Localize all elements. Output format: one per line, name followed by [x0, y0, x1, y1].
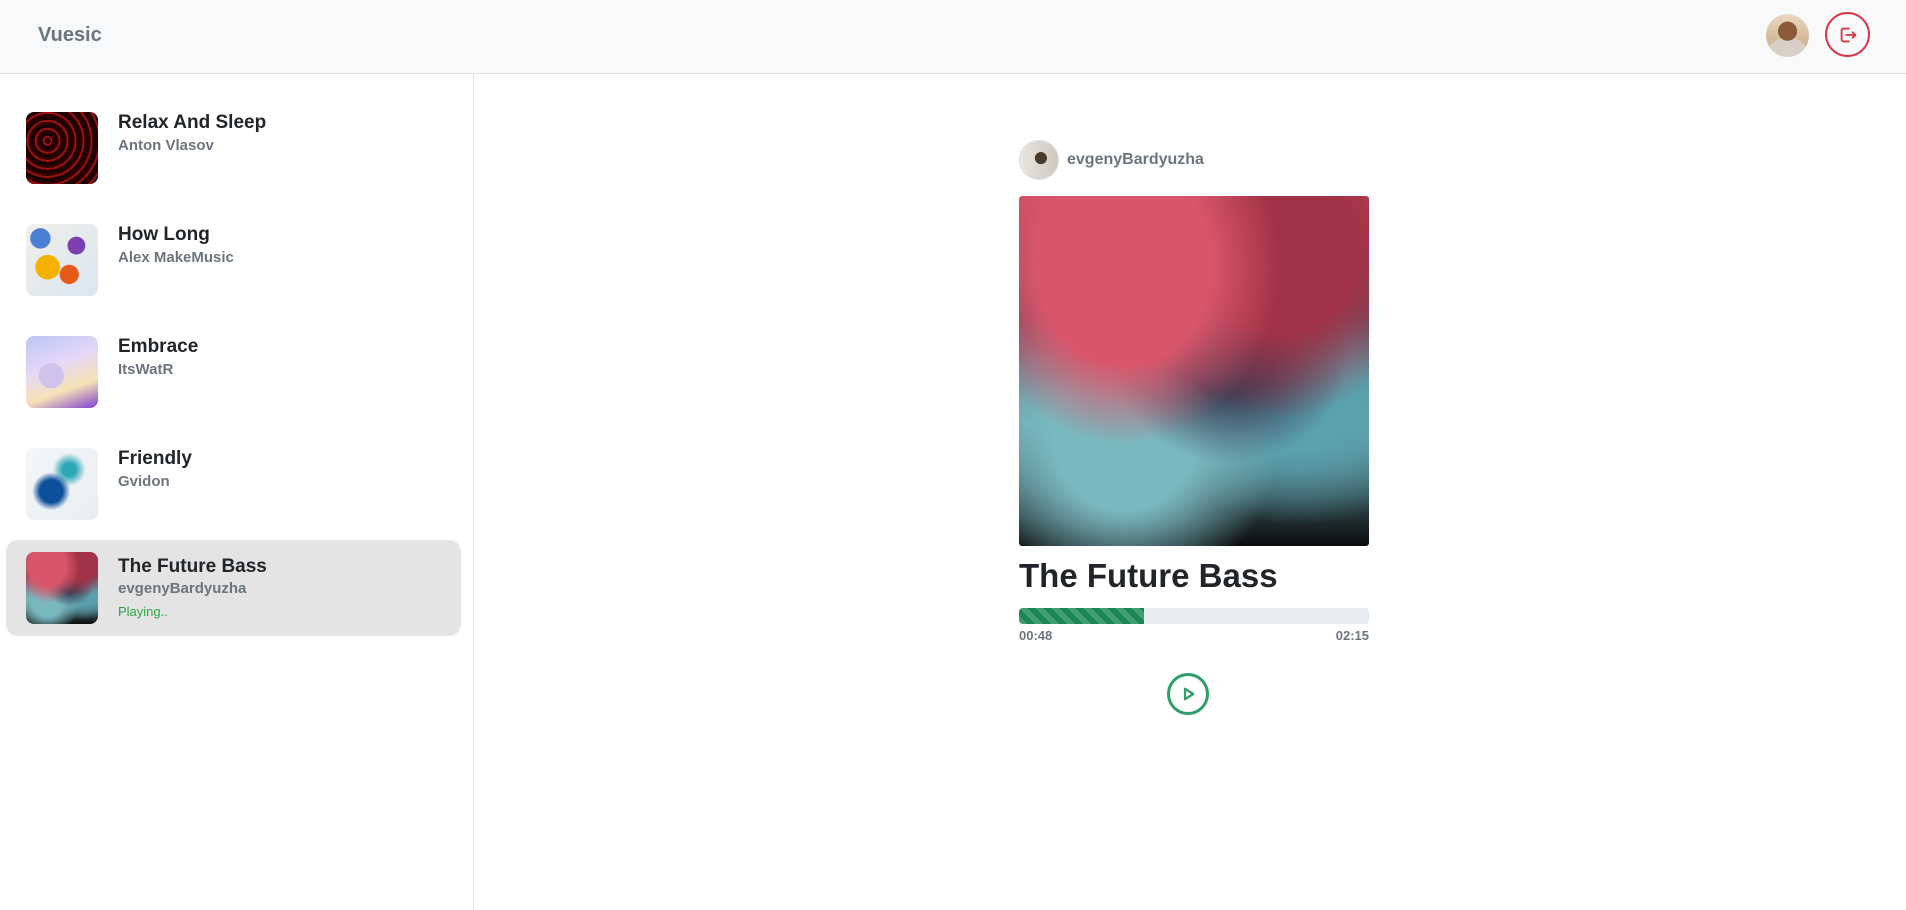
uploader-name: evgenyBardyuzha — [1067, 151, 1204, 168]
play-button[interactable] — [1167, 673, 1209, 715]
track-thumbnail — [26, 552, 98, 624]
track-thumbnail — [26, 448, 98, 520]
track-list: Relax And Sleep Anton Vlasov How Long Al… — [0, 74, 474, 910]
uploader-info[interactable]: evgenyBardyuzha — [1019, 139, 1204, 181]
track-title: Embrace — [118, 336, 199, 357]
progress-bar[interactable] — [1019, 608, 1369, 624]
track-title: Relax And Sleep — [118, 112, 267, 133]
progress-fill — [1019, 608, 1144, 624]
track-thumbnail — [26, 112, 98, 184]
track-title: Friendly — [118, 448, 192, 469]
uploader-avatar — [1019, 140, 1059, 180]
now-playing-title: The Future Bass — [1019, 557, 1278, 594]
track-thumbnail — [26, 224, 98, 296]
top-navbar: Vuesic — [0, 0, 1906, 74]
track-artist: evgenyBardyuzha — [118, 580, 247, 597]
play-circle-icon — [1183, 687, 1195, 701]
track-title: How Long — [118, 224, 210, 245]
track-title: The Future Bass — [118, 556, 267, 577]
logout-button[interactable] — [1825, 12, 1870, 57]
brand-logo[interactable]: Vuesic — [38, 24, 102, 47]
album-cover — [1019, 196, 1369, 546]
list-item[interactable]: Friendly Gvidon — [6, 434, 461, 530]
total-time: 02:15 — [1335, 628, 1369, 643]
current-time: 00:48 — [1019, 628, 1053, 643]
logout-icon — [1840, 27, 1856, 42]
track-artist: ItsWatR — [118, 361, 174, 378]
user-avatar[interactable] — [1766, 14, 1809, 57]
list-item[interactable]: Embrace ItsWatR — [6, 322, 461, 418]
list-item[interactable]: How Long Alex MakeMusic — [6, 210, 461, 306]
track-artist: Gvidon — [118, 473, 170, 490]
list-item[interactable]: Relax And Sleep Anton Vlasov — [6, 98, 461, 194]
playing-status: Playing.. — [118, 604, 168, 619]
track-thumbnail — [26, 336, 98, 408]
list-item-active[interactable]: The Future Bass evgenyBardyuzha Playing.… — [6, 540, 461, 636]
track-artist: Alex MakeMusic — [118, 249, 234, 266]
track-artist: Anton Vlasov — [118, 137, 214, 154]
